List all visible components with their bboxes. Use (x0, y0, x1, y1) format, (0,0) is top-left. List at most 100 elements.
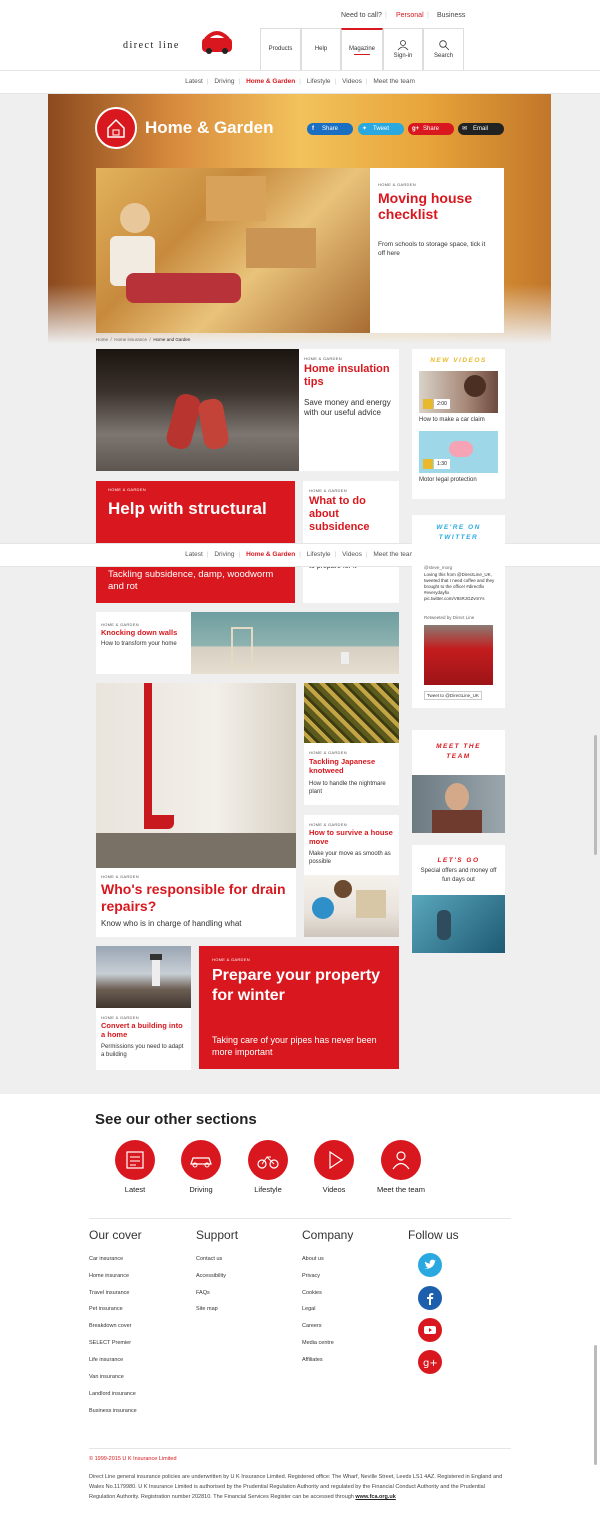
subnav-meet-team[interactable]: Meet the team (373, 551, 415, 558)
scrollbar-thumb[interactable] (594, 1345, 597, 1465)
housemove-card[interactable]: HOME & GARDEN How to survive a house mov… (304, 815, 399, 875)
housemove-title[interactable]: How to survive a house move (309, 828, 395, 846)
subnav-latest[interactable]: Latest (185, 78, 203, 85)
footer-link-sitemap[interactable]: Site map (196, 1306, 218, 1312)
footer-link-pet[interactable]: Pet insurance (89, 1306, 123, 1312)
meet-team-section-button[interactable] (381, 1140, 421, 1180)
subnav-lifestyle[interactable]: Lifestyle (307, 551, 331, 558)
video1-caption[interactable]: How to make a car claim (419, 417, 485, 423)
meet-team-section-label[interactable]: Meet the team (366, 1185, 436, 1194)
drain-photo[interactable] (96, 683, 296, 868)
driving-section-label[interactable]: Driving (166, 1185, 236, 1194)
knocking-photo[interactable] (191, 612, 399, 674)
driving-section-button[interactable] (181, 1140, 221, 1180)
footer-link-select[interactable]: SELECT Premier (89, 1340, 131, 1346)
subnav-home-garden[interactable]: Home & Garden (246, 551, 295, 558)
twitter-follow-button[interactable] (418, 1253, 442, 1277)
feature-card[interactable]: HOME & GARDEN Moving house checklist Fro… (370, 168, 504, 333)
housemove-photo[interactable] (304, 875, 399, 937)
play-icon[interactable] (423, 399, 433, 409)
drain-title[interactable]: Who's responsible for drain repairs? (101, 881, 296, 915)
footer-link-breakdown[interactable]: Breakdown cover (89, 1323, 132, 1329)
knocking-title[interactable]: Knocking down walls (101, 628, 191, 637)
feature-photo-child-boxes[interactable] (96, 168, 370, 333)
drain-card[interactable]: HOME & GARDEN Who's responsible for drai… (96, 868, 296, 937)
subsidence-title[interactable]: What to do about subsidence (309, 495, 395, 534)
video-thumb-car-claim[interactable]: 2:00 (419, 371, 498, 413)
business-link[interactable]: Business (437, 12, 465, 19)
tweet-photo[interactable] (424, 625, 493, 685)
team-member-photo[interactable] (412, 775, 505, 833)
subsidence-card[interactable]: HOME & GARDEN What to do about subsidenc… (303, 481, 399, 603)
insulation-photo[interactable] (96, 349, 299, 471)
nav-help[interactable]: Help (301, 28, 341, 70)
subnav-videos[interactable]: Videos (342, 78, 362, 85)
knotweed-title[interactable]: Tackling Japanese knotweed (309, 757, 395, 775)
tweet-handle[interactable]: @steve_morg (424, 565, 452, 570)
lifestyle-section-button[interactable] (248, 1140, 288, 1180)
winter-card[interactable]: HOME & GARDEN Prepare your property for … (199, 946, 399, 1069)
footer-link-careers[interactable]: Careers (302, 1323, 322, 1329)
footer-link-privacy[interactable]: Privacy (302, 1273, 320, 1279)
play-icon[interactable] (423, 459, 433, 469)
subnav-lifestyle[interactable]: Lifestyle (307, 78, 331, 85)
footer-link-accessibility[interactable]: Accessibility (196, 1273, 226, 1279)
latest-section-button[interactable] (115, 1140, 155, 1180)
convert-title[interactable]: Convert a building into a home (101, 1021, 187, 1039)
footer-link-cookies[interactable]: Cookies (302, 1290, 322, 1296)
subnav-driving[interactable]: Driving (214, 551, 234, 558)
video2-caption[interactable]: Motor legal protection (419, 477, 477, 483)
breadcrumb-home[interactable]: Home (96, 337, 108, 342)
footer-link-travel[interactable]: Travel insurance (89, 1290, 129, 1296)
insulation-card[interactable]: HOME & GARDEN Home insulation tips Save … (299, 349, 399, 471)
convert-photo[interactable] (96, 946, 191, 1008)
lifestyle-section-label[interactable]: Lifestyle (233, 1185, 303, 1194)
structural-title[interactable]: Help with structural (108, 499, 278, 519)
footer-link-affiliates[interactable]: Affiliates (302, 1357, 323, 1363)
nav-magazine[interactable]: Magazine (341, 28, 383, 70)
nav-products[interactable]: Products (260, 28, 301, 70)
subnav-latest[interactable]: Latest (185, 551, 203, 558)
facebook-share-button[interactable]: f Share (307, 123, 353, 135)
gplus-follow-button[interactable]: g+ (418, 1350, 442, 1374)
need-to-call-link[interactable]: Need to call? (341, 12, 382, 19)
feature-title[interactable]: Moving house checklist (378, 190, 498, 222)
footer-link-home[interactable]: Home insurance (89, 1273, 129, 1279)
twitter-share-button[interactable]: ✦ Tweet (358, 123, 404, 135)
facebook-follow-button[interactable] (418, 1286, 442, 1310)
nav-signin[interactable]: Sign-in (383, 28, 423, 70)
logo-text[interactable]: direct line (123, 40, 180, 51)
footer-link-about[interactable]: About us (302, 1256, 324, 1262)
footer-link-car[interactable]: Car insurance (89, 1256, 123, 1262)
latest-section-label[interactable]: Latest (100, 1185, 170, 1194)
knocking-card[interactable]: HOME & GARDEN Knocking down walls How to… (96, 612, 191, 674)
footer-link-landlord[interactable]: Landlord insurance (89, 1391, 136, 1397)
knotweed-photo[interactable] (304, 683, 399, 743)
fca-link[interactable]: www.fca.org.uk (355, 1494, 395, 1500)
footer-link-legal[interactable]: Legal (302, 1306, 315, 1312)
aquarium-photo[interactable] (412, 895, 505, 953)
insulation-title[interactable]: Home insulation tips (304, 363, 396, 389)
structural-card[interactable]: HOME & GARDEN Help with structural Tackl… (96, 481, 295, 603)
knotweed-card[interactable]: HOME & GARDEN Tackling Japanese knotweed… (304, 743, 399, 805)
youtube-follow-button[interactable] (418, 1318, 442, 1342)
footer-link-media[interactable]: Media centre (302, 1340, 334, 1346)
subnav-driving[interactable]: Driving (214, 78, 234, 85)
scrollbar-thumb[interactable] (594, 735, 597, 855)
nav-search[interactable]: Search (423, 28, 464, 70)
video-thumb-motor-legal[interactable]: 1:30 (419, 431, 498, 473)
gplus-share-button[interactable]: g+ Share (408, 123, 454, 135)
footer-link-van[interactable]: Van insurance (89, 1374, 124, 1380)
email-share-button[interactable]: ✉ Email (458, 123, 504, 135)
tweet-to-button[interactable]: Tweet to @DirectLine_UK (424, 691, 482, 700)
subnav-home-garden[interactable]: Home & Garden (246, 78, 295, 85)
breadcrumb-home-insurance[interactable]: Home insurance (114, 337, 147, 342)
footer-link-life[interactable]: Life insurance (89, 1357, 123, 1363)
subnav-meet-team[interactable]: Meet the team (373, 78, 415, 85)
winter-title[interactable]: Prepare your property for winter (212, 966, 382, 1006)
subnav-videos[interactable]: Videos (342, 551, 362, 558)
red-phone-logo-icon[interactable] (200, 29, 234, 55)
footer-link-faqs[interactable]: FAQs (196, 1290, 210, 1296)
convert-card[interactable]: HOME & GARDEN Convert a building into a … (96, 1008, 191, 1070)
videos-section-button[interactable] (314, 1140, 354, 1180)
